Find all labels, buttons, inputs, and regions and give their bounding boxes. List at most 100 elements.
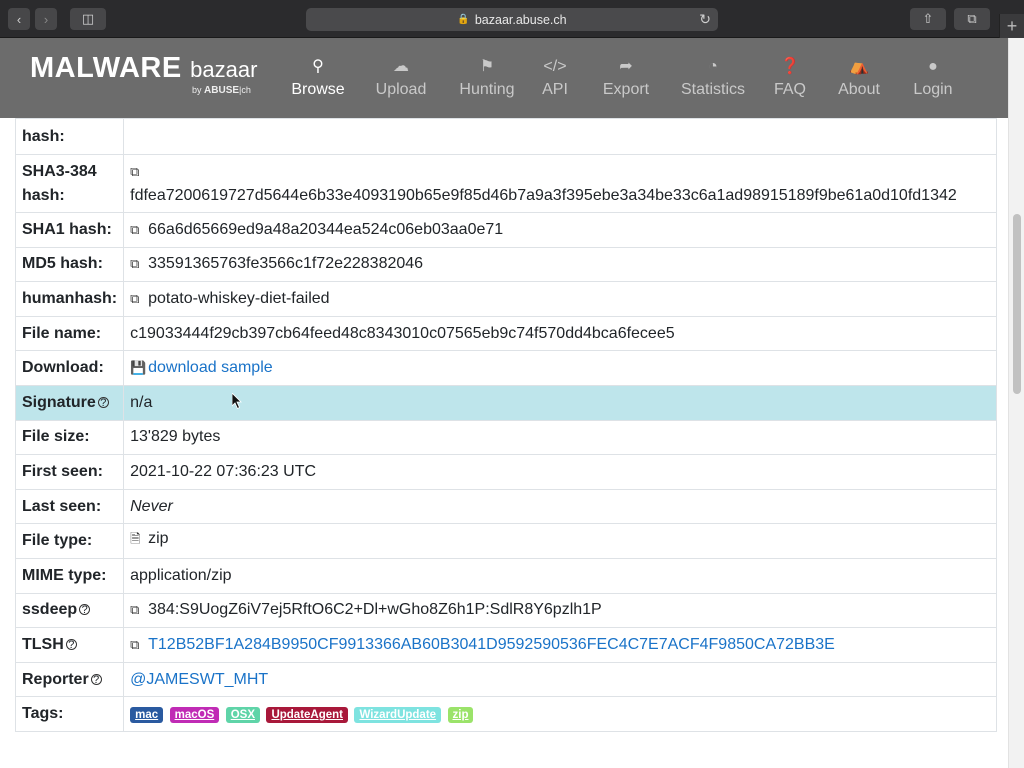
share-button[interactable]: ⇧ xyxy=(910,8,946,30)
copy-icon[interactable]: ⧉ xyxy=(130,637,144,653)
nav-browse[interactable]: ⚲ Browse xyxy=(290,56,346,106)
code-icon: </> xyxy=(543,58,567,75)
sample-details-table: hash: SHA3-384 hash: ⧉ fdfea7200619727d5… xyxy=(14,118,997,732)
browser-toolbar: ‹ › ◫ 🔒 bazaar.abuse.ch ↻ ⇧ ⧉ + xyxy=(0,0,1024,38)
row-label: Signature? xyxy=(14,384,125,421)
address-bar[interactable]: 🔒 bazaar.abuse.ch ↻ xyxy=(306,8,718,31)
nav-label: Browse xyxy=(291,81,345,98)
question-icon: ❓ xyxy=(780,58,800,75)
row-label: ssdeep? xyxy=(14,592,125,629)
table-row: File size: 13'829 bytes xyxy=(14,419,997,456)
scrollbar-thumb[interactable] xyxy=(1013,214,1021,394)
share-icon: ⇧ xyxy=(922,11,934,26)
reporter-link[interactable]: @JAMESWT_MHT xyxy=(130,671,268,688)
new-tab-button[interactable]: + xyxy=(999,14,1024,38)
nav-statistics[interactable]: ◔ Statistics xyxy=(678,56,748,106)
table-row: MD5 hash: ⧉ 33591365763fe3566c1f72e228382… xyxy=(14,246,997,283)
nav-login[interactable]: ● Login xyxy=(910,56,956,106)
tag-mac[interactable]: mac xyxy=(130,707,164,724)
tag-zip[interactable]: zip xyxy=(447,707,474,724)
page-scrollbar[interactable] xyxy=(1008,38,1024,768)
nav-label: Login xyxy=(913,81,953,98)
table-row: Download: 💾 download sample xyxy=(14,350,997,386)
pie-chart-icon: ◔ xyxy=(708,58,718,75)
nav-label: Statistics xyxy=(680,81,745,98)
help-icon[interactable]: ? xyxy=(65,638,77,650)
signature-value: n/a xyxy=(123,384,997,421)
back-button[interactable]: ‹ xyxy=(8,8,30,30)
row-label: Tags: xyxy=(14,696,125,732)
tlsh-label: TLSH xyxy=(22,635,64,653)
row-value: ⧉ 384:S9UogZ6iV7ej5RftO6C2+Dl+wGho8Z6h1P:… xyxy=(123,592,997,629)
tag-wizardupdate[interactable]: WizardUpdate xyxy=(354,707,442,724)
sha3-384-value: fdfea7200619727d5644e6b33e4093190b65e9f8… xyxy=(130,186,957,204)
row-value: ⧉ fdfea7200619727d5644e6b33e4093190b65e9… xyxy=(123,154,997,213)
help-icon[interactable]: ? xyxy=(90,673,102,685)
row-value: ⧉ 66a6d65669ed9a48a20344ea524c06eb03aa0e7… xyxy=(123,212,997,248)
forward-button[interactable]: › xyxy=(35,8,57,30)
nav-upload[interactable]: ☁ Upload xyxy=(372,56,430,106)
tag-osx[interactable]: OSX xyxy=(225,707,260,724)
nav-label: About xyxy=(838,81,880,98)
filetype-value: zip xyxy=(148,530,169,548)
nav-label: FAQ xyxy=(773,81,806,98)
nav-label: Upload xyxy=(375,81,427,98)
help-icon[interactable]: ? xyxy=(79,604,91,616)
nav-about[interactable]: ⛺ About xyxy=(834,56,884,106)
row-label: TLSH? xyxy=(14,627,125,663)
sidebar-toggle-button[interactable]: ◫ xyxy=(70,8,106,30)
mime-value: application/zip xyxy=(123,557,997,594)
tag-updateagent[interactable]: UpdateAgent xyxy=(266,707,349,724)
download-sample-link[interactable]: download sample xyxy=(148,359,273,376)
mouse-cursor-icon xyxy=(232,393,242,409)
logo-tld-text: ch xyxy=(241,85,251,95)
tabs-icon: ⧉ xyxy=(967,11,977,26)
ssdeep-label: ssdeep xyxy=(22,601,78,619)
table-row: Tags: mac macOS OSX UpdateAgent WizardUp… xyxy=(14,696,997,732)
table-row: SHA3-384 hash: ⧉ fdfea7200619727d5644e6b… xyxy=(14,154,997,213)
row-label: First seen: xyxy=(14,454,125,490)
table-row: Signature? n/a xyxy=(14,384,997,421)
nav-export[interactable]: ➦ Export xyxy=(598,56,654,106)
sha1-value: 66a6d65669ed9a48a20344ea524c06eb03aa0e71 xyxy=(148,220,504,238)
help-icon[interactable]: ? xyxy=(97,396,109,408)
chevron-left-icon: ‹ xyxy=(16,11,22,27)
table-row: Reporter? @JAMESWT_MHT xyxy=(14,661,997,698)
row-value: @JAMESWT_MHT xyxy=(123,661,997,698)
tag-macos[interactable]: macOS xyxy=(169,707,220,724)
logo-byline: by ABUSE|ch xyxy=(192,85,251,96)
copy-icon[interactable]: ⧉ xyxy=(130,222,144,238)
reporter-label: Reporter xyxy=(22,670,89,688)
row-label: SHA3-384 hash: xyxy=(14,154,125,213)
row-value: 🗎 zip xyxy=(123,523,997,559)
md5-value: 33591365763fe3566c1f72e228382046 xyxy=(148,255,424,273)
humanhash-value: potato-whiskey-diet-failed xyxy=(148,289,330,307)
firstseen-value: 2021-10-22 07:36:23 UTC xyxy=(123,454,997,490)
search-icon: ⚲ xyxy=(312,58,324,75)
nav-faq[interactable]: ❓ FAQ xyxy=(772,56,808,106)
site-header: MALWARE bazaar by ABUSE|ch ⚲ Browse ☁ Up… xyxy=(0,38,1008,118)
tlsh-link[interactable]: T12B52BF1A284B9950CF9913366AB60B3041D959… xyxy=(148,636,835,653)
row-label: humanhash: xyxy=(14,281,125,317)
signature-label: Signature xyxy=(22,393,96,411)
copy-icon[interactable]: ⧉ xyxy=(130,602,144,618)
nav-api[interactable]: </> API xyxy=(538,56,572,106)
logo-by-text: by xyxy=(192,85,202,95)
row-value: 💾 download sample xyxy=(123,350,997,386)
copy-icon[interactable]: ⧉ xyxy=(130,160,144,184)
nav-label: Hunting xyxy=(459,81,515,98)
sample-details: hash: SHA3-384 hash: ⧉ fdfea7200619727d5… xyxy=(14,118,997,732)
nav-label: Export xyxy=(602,81,650,98)
copy-icon[interactable]: ⧉ xyxy=(130,291,144,307)
row-label: File type: xyxy=(14,523,125,559)
row-label: File name: xyxy=(14,315,125,352)
reload-icon[interactable]: ↻ xyxy=(699,11,711,28)
site-logo[interactable]: MALWARE bazaar xyxy=(30,52,257,85)
table-row: SHA1 hash: ⧉ 66a6d65669ed9a48a20344ea524c… xyxy=(14,212,997,248)
lastseen-value: Never xyxy=(123,488,997,525)
hunting-icon: ⚑ xyxy=(479,58,495,75)
copy-icon[interactable]: ⧉ xyxy=(130,256,144,272)
logo-sub-text: bazaar xyxy=(190,57,258,82)
tabs-button[interactable]: ⧉ xyxy=(954,8,990,30)
nav-hunting[interactable]: ⚑ Hunting xyxy=(456,56,518,106)
